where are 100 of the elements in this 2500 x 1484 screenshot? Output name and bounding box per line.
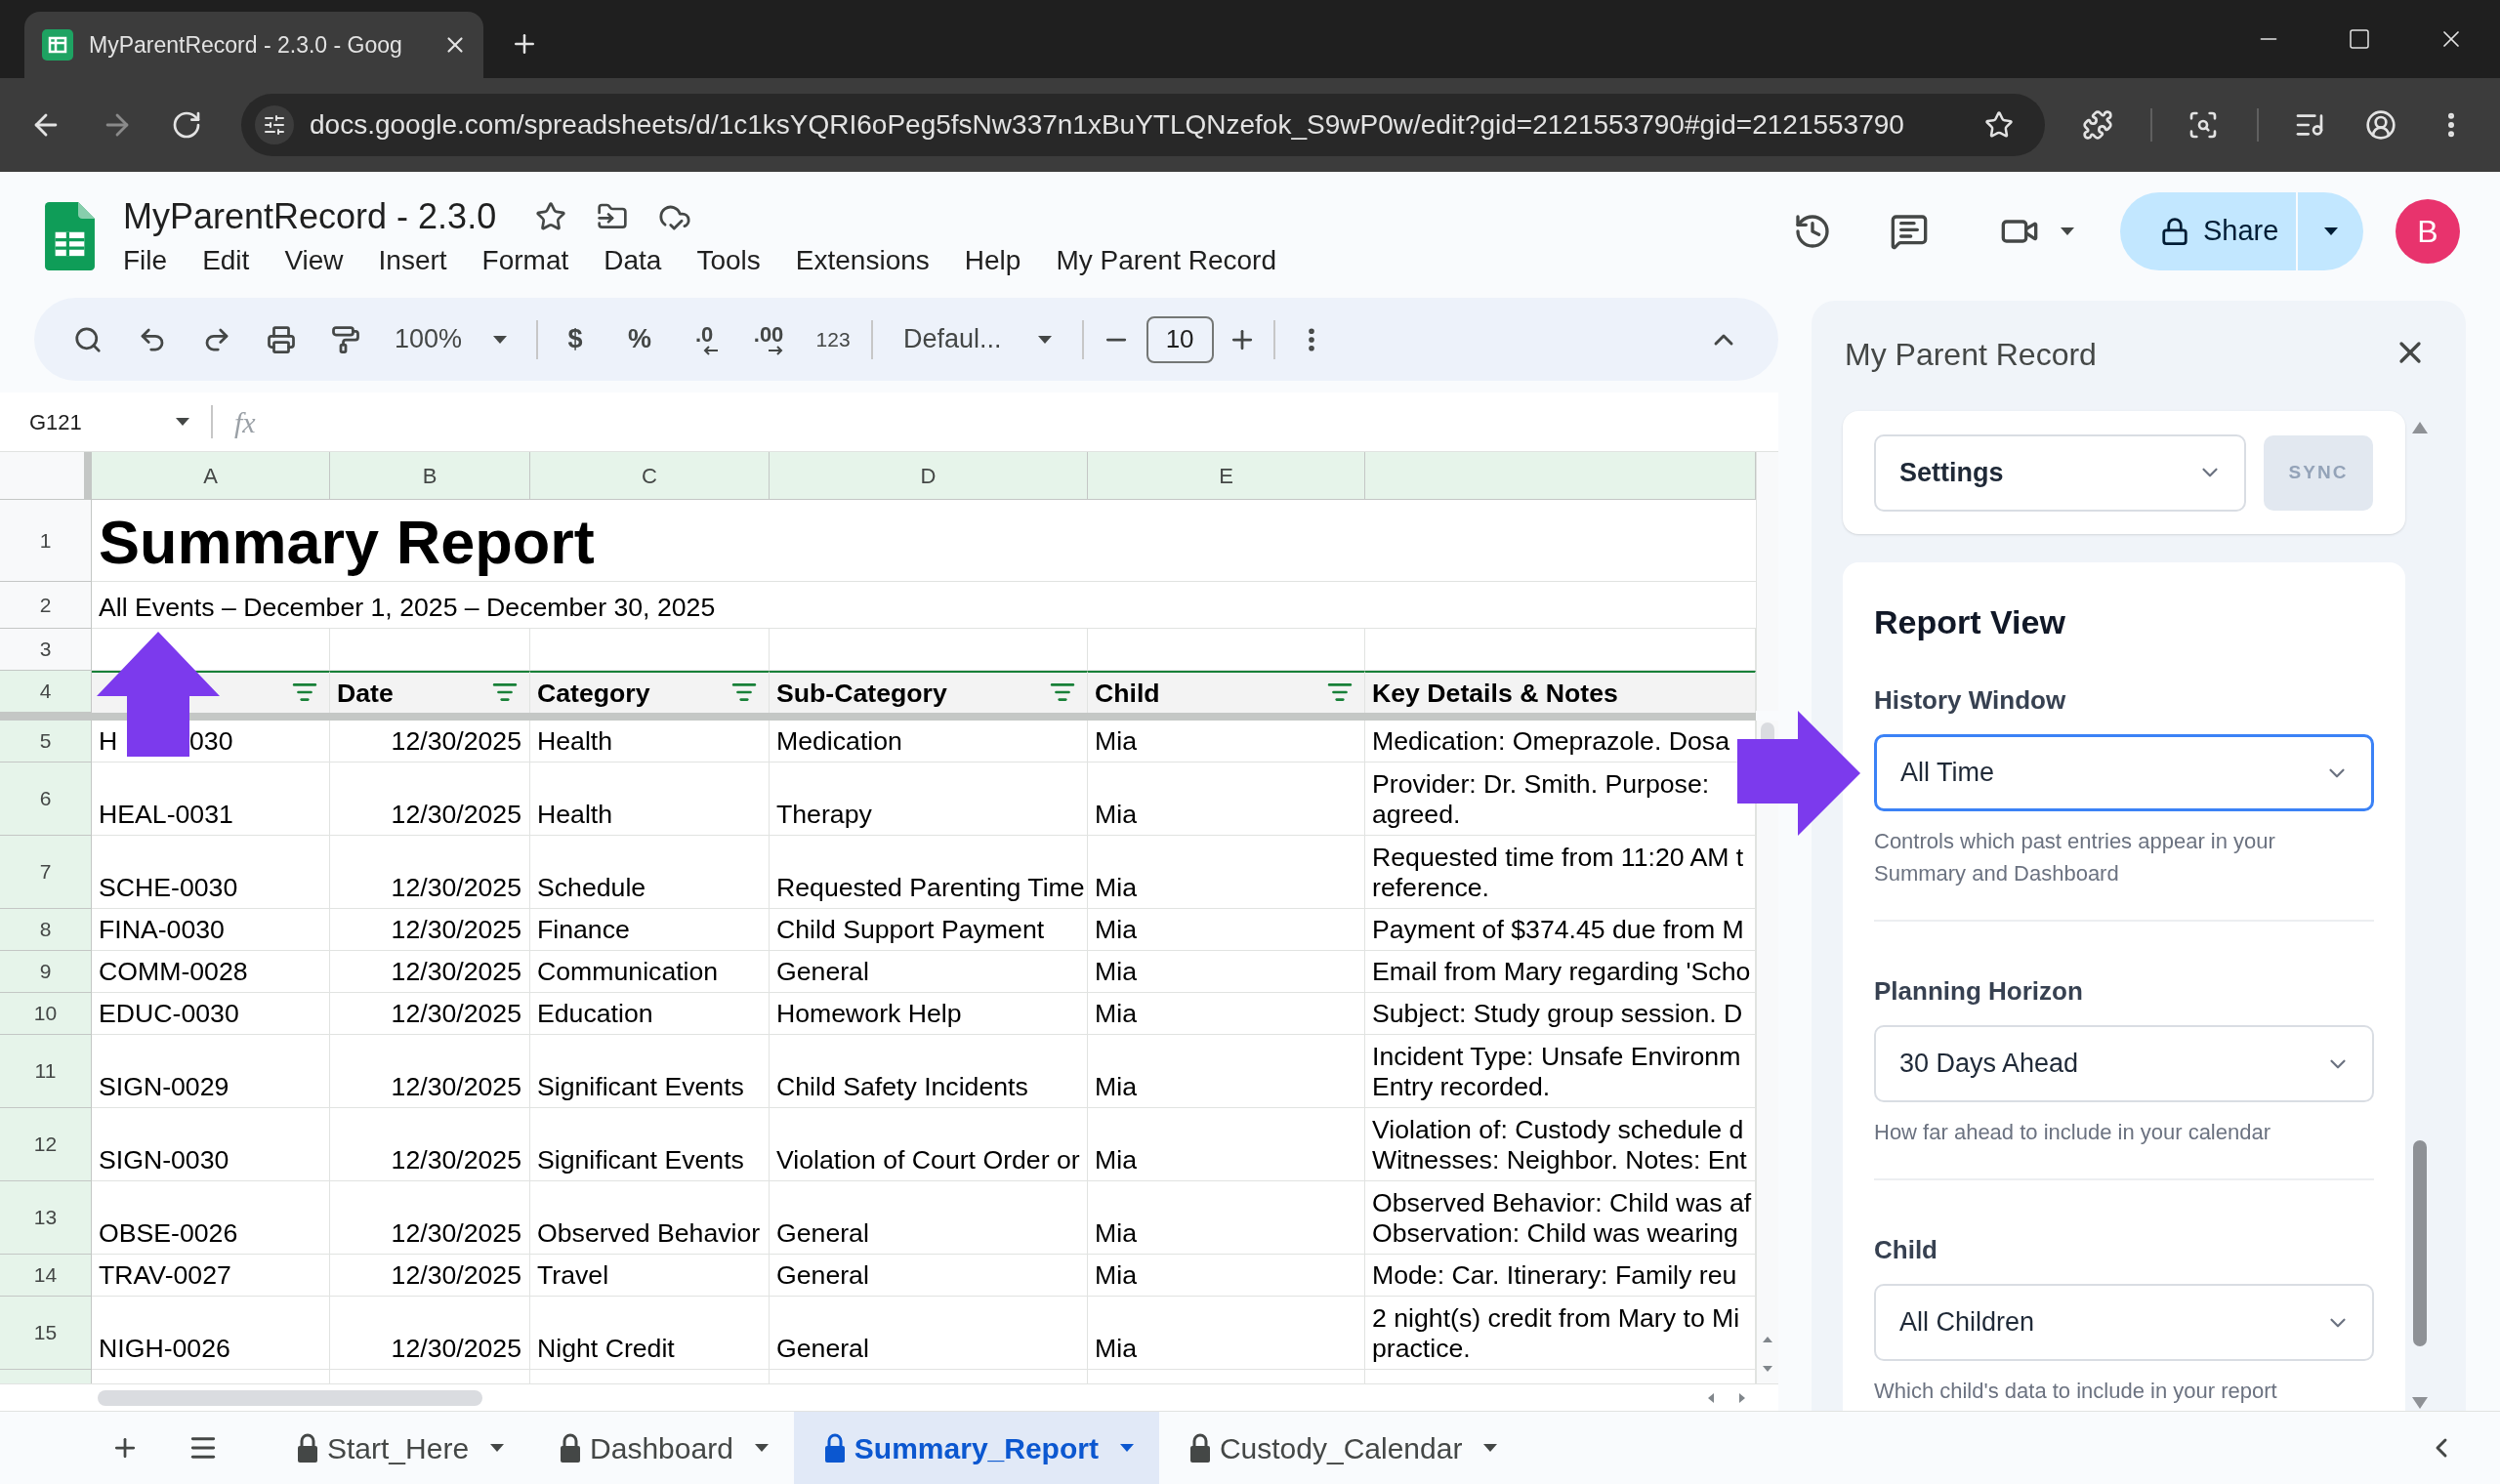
caret-down-icon	[2323, 227, 2338, 235]
row-number: 12	[33, 1132, 58, 1158]
caret-down-icon	[490, 1444, 505, 1452]
child-name-text: Mia	[1095, 1145, 1137, 1175]
category-text: Finance	[537, 915, 630, 945]
font-select[interactable]: Defaul...	[903, 319, 1052, 359]
address-bar[interactable]: docs.google.com/spreadsheets/d/1c1ksYQRI6oPeg5fsNw337n1xBuYTLQNzefok_S9wP0w/edit?gid=2121553790#gid=2121553790	[241, 94, 2045, 156]
caret-down-icon	[1119, 1444, 1134, 1452]
category-text: Significant Events	[537, 1072, 744, 1102]
sub-category-text: Therapy	[776, 800, 872, 830]
share-button[interactable]: Share	[2120, 192, 2296, 270]
panel-title: My Parent Record	[1845, 336, 2097, 374]
font-size-field[interactable]: 10	[1146, 315, 1214, 363]
menu-item[interactable]: File	[123, 243, 168, 278]
sliders-icon[interactable]	[255, 105, 294, 144]
menu-item[interactable]: Help	[964, 243, 1021, 278]
notes-text: Mode: Car. Itinerary: Family reu	[1372, 1260, 1737, 1291]
decrease-decimal-button[interactable]: .0	[672, 323, 737, 355]
scroll-up-icon[interactable]	[2412, 422, 2428, 433]
field-label: History Window	[1874, 684, 2067, 716]
scroll-up-icon[interactable]	[1763, 1337, 1772, 1342]
field-label: Child	[1874, 1234, 1938, 1265]
maximize-icon[interactable]	[2348, 27, 2371, 51]
column-letter: D	[920, 462, 937, 490]
sub-category-text: General	[776, 1218, 869, 1249]
lock-icon	[2160, 217, 2189, 246]
menu-item[interactable]: Insert	[378, 243, 447, 278]
date-text: 12/30/2025	[391, 1145, 521, 1175]
caret-down-icon	[493, 335, 508, 344]
scan-search-icon[interactable]	[2188, 109, 2219, 141]
profile-icon[interactable]	[2365, 109, 2396, 141]
scrollbar-thumb[interactable]	[1761, 722, 1774, 739]
notes-text: Incident Type: Unsafe Environm Entry recorded.	[1372, 1042, 1741, 1102]
menu-item[interactable]: My Parent Record	[1056, 243, 1276, 278]
child-name-text: Mia	[1095, 1334, 1137, 1364]
scrollbar-thumb[interactable]	[98, 1389, 482, 1406]
scroll-left-icon[interactable]	[1708, 1392, 1714, 1403]
row-number: 2	[39, 592, 52, 618]
dropdown-select[interactable]: All Children	[1874, 1284, 2374, 1361]
caret-down-icon	[754, 1444, 769, 1452]
child-name-text: Mia	[1095, 999, 1137, 1029]
scroll-right-icon[interactable]	[1739, 1392, 1745, 1403]
menu-item[interactable]: Data	[604, 243, 662, 278]
caret-down-icon[interactable]	[2061, 227, 2074, 235]
row-number: 3	[39, 637, 52, 663]
sub-category-text: General	[776, 1334, 869, 1364]
history-icon[interactable]	[1793, 212, 1832, 251]
currency-format-button[interactable]: $	[543, 319, 608, 359]
category-text: Education	[537, 999, 653, 1029]
menu-item[interactable]: View	[284, 243, 344, 278]
zoom-select[interactable]: 100%	[395, 319, 508, 359]
menu-item[interactable]: Edit	[202, 243, 250, 278]
percent-format-button[interactable]: %	[607, 319, 673, 359]
date-text: 12/30/2025	[391, 999, 521, 1029]
star-icon[interactable]	[1984, 110, 2014, 140]
sheet-tab[interactable]: Start_Here	[267, 1412, 530, 1484]
sheet-tab[interactable]: Custody_Calendar	[1158, 1412, 1523, 1484]
star-icon[interactable]	[535, 201, 567, 232]
scrollbar-track[interactable]	[0, 1383, 1778, 1411]
scrollbar-thumb[interactable]	[2413, 1140, 2427, 1346]
right-arrow-icon	[1737, 711, 1860, 836]
spreadsheet-logo-icon[interactable]	[45, 202, 95, 270]
dropdown-select[interactable]: 30 Days Ahead	[1874, 1025, 2374, 1102]
number-format-button[interactable]: 123	[801, 323, 866, 355]
help-text: How far ahead to include in your calendar	[1874, 1119, 2272, 1146]
column-letter: A	[203, 462, 218, 490]
reload-icon[interactable]	[171, 109, 202, 141]
event-id-text: 030	[189, 726, 233, 757]
sheet-tab[interactable]: Dashboard	[529, 1412, 794, 1484]
document-title[interactable]: MyParentRecord - 2.3.0	[123, 195, 497, 238]
search-icon[interactable]	[73, 324, 103, 354]
dropdown-select[interactable]: All Time	[1874, 734, 2374, 811]
category-text: Night Credit	[537, 1334, 675, 1364]
menu-item[interactable]: Format	[481, 243, 569, 278]
comment-icon[interactable]	[1890, 212, 1929, 251]
notes-text: Subject: Study group session. D	[1372, 999, 1743, 1029]
category-text: Schedule	[537, 873, 646, 903]
increase-decimal-button[interactable]: .00	[736, 323, 802, 355]
scroll-down-icon[interactable]	[1763, 1366, 1772, 1372]
puzzle-icon[interactable]	[2082, 109, 2113, 141]
help-text: Controls which past entries appear in your Summary and Dashboard	[1874, 828, 2276, 887]
menu-item[interactable]: Tools	[696, 243, 761, 278]
menu-item[interactable]: Extensions	[795, 243, 930, 278]
dropdown-select[interactable]: Settings	[1874, 433, 2246, 512]
paint-roller-icon[interactable]	[331, 324, 360, 354]
sub-category-text: Homework Help	[776, 999, 962, 1029]
name-box[interactable]: G121	[18, 400, 199, 443]
category-text: Health	[537, 800, 613, 830]
child-name-text: Mia	[1095, 726, 1137, 757]
row-number: 6	[39, 786, 52, 812]
browser-tab[interactable]: MyParentRecord - 2.3.0 - Goog	[24, 12, 483, 78]
date-text: 12/30/2025	[391, 1334, 521, 1364]
spreadsheet-favicon-icon	[42, 29, 73, 61]
print-icon[interactable]	[267, 324, 296, 354]
child-name-text: Mia	[1095, 915, 1137, 945]
sheet-tab[interactable]: Summary_Report	[793, 1412, 1159, 1484]
scroll-down-icon[interactable]	[2412, 1397, 2428, 1409]
account-avatar[interactable]: B	[2396, 199, 2460, 264]
category-text: Significant Events	[537, 1145, 744, 1175]
date-text: 12/30/2025	[391, 957, 521, 987]
